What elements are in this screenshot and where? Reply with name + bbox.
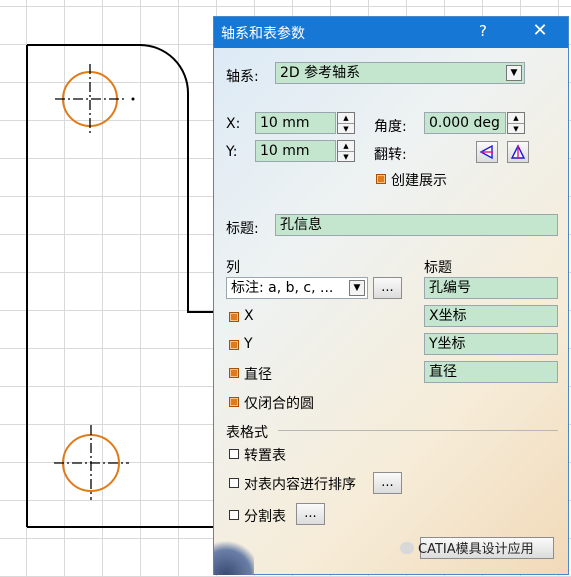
create-expand-label: 创建展示 xyxy=(391,173,447,189)
annotation-more-button[interactable]: ... xyxy=(373,277,402,299)
flip-horizontal-button[interactable] xyxy=(476,141,498,163)
angle-input[interactable]: 0.000 deg xyxy=(424,112,506,134)
transpose-checkbox[interactable] xyxy=(229,449,239,459)
annotation-combo[interactable]: 标注: a, b, c, ... ▼ xyxy=(226,277,368,299)
flip-vertical-button[interactable] xyxy=(507,141,529,163)
column-diameter-label: 直径 xyxy=(244,367,272,383)
split-more-button[interactable]: ... xyxy=(296,503,325,525)
help-button[interactable]: ? xyxy=(476,22,490,40)
create-expand-checkbox[interactable] xyxy=(376,174,386,184)
table-format-label: 表格式 xyxy=(226,425,268,441)
flip-vertical-icon xyxy=(510,144,526,159)
chevron-down-icon[interactable]: ▼ xyxy=(349,280,365,296)
part-outline xyxy=(27,44,213,528)
table-format-divider xyxy=(278,430,558,431)
chevron-down-icon[interactable]: ▼ xyxy=(506,65,522,81)
column-diameter-title-input[interactable]: 直径 xyxy=(424,361,558,383)
title-input[interactable]: 孔信息 xyxy=(275,214,558,236)
sort-more-button[interactable]: ... xyxy=(373,472,402,494)
hole-top xyxy=(55,64,135,134)
watermark: CATIA模具设计应用 xyxy=(400,538,534,558)
column-diameter-checkbox[interactable] xyxy=(229,368,239,378)
column-y-checkbox[interactable] xyxy=(229,340,239,350)
column-title-heading: 标题 xyxy=(424,260,452,276)
closed-circles-checkbox[interactable] xyxy=(229,397,239,407)
y-label: Y: xyxy=(226,144,238,160)
sort-checkbox[interactable] xyxy=(229,478,239,488)
watermark-text: CATIA模具设计应用 xyxy=(418,542,534,557)
column-x-checkbox[interactable] xyxy=(229,312,239,322)
columns-label: 列 xyxy=(226,260,240,276)
y-input[interactable]: 10 mm xyxy=(255,140,336,162)
x-spinner[interactable]: ▲ ▼ xyxy=(337,112,355,134)
annotation-title-input[interactable]: 孔编号 xyxy=(424,277,558,299)
catia-logo-decoration xyxy=(214,539,254,575)
transpose-label: 转置表 xyxy=(244,448,286,464)
flip-horizontal-icon xyxy=(479,144,493,160)
split-checkbox[interactable] xyxy=(229,510,239,520)
hole-bottom xyxy=(54,425,129,500)
annotation-combo-value: 标注: a, b, c, ... xyxy=(231,280,334,296)
axis-system-combo[interactable]: 2D 参考轴系 ▼ xyxy=(275,62,525,84)
y-spinner[interactable]: ▲ ▼ xyxy=(337,140,355,162)
closed-circles-label: 仅闭合的圆 xyxy=(244,396,314,412)
axis-system-value: 2D 参考轴系 xyxy=(280,65,361,81)
x-input[interactable]: 10 mm xyxy=(255,112,336,134)
title-bar[interactable]: 轴系和表参数 ? ✕ xyxy=(214,17,568,48)
dialog-title: 轴系和表参数 xyxy=(221,26,305,42)
title-label: 标题: xyxy=(226,221,259,237)
column-x-title-input[interactable]: X坐标 xyxy=(424,305,558,327)
axis-table-parameters-dialog: 轴系和表参数 ? ✕ 轴系: 2D 参考轴系 ▼ X: 10 mm ▲ ▼ Y: … xyxy=(213,16,569,575)
close-button[interactable]: ✕ xyxy=(530,20,550,41)
flip-label: 翻转: xyxy=(374,147,407,163)
split-label: 分割表 xyxy=(244,509,286,525)
angle-spinner[interactable]: ▲ ▼ xyxy=(507,112,525,134)
angle-label: 角度: xyxy=(374,119,407,135)
x-label: X: xyxy=(226,116,241,132)
sort-label: 对表内容进行排序 xyxy=(244,477,356,493)
column-x-label: X xyxy=(244,308,254,324)
column-y-title-input[interactable]: Y坐标 xyxy=(424,333,558,355)
axis-label: 轴系: xyxy=(226,69,259,85)
column-y-label: Y xyxy=(244,336,253,352)
wechat-icon xyxy=(400,542,414,554)
